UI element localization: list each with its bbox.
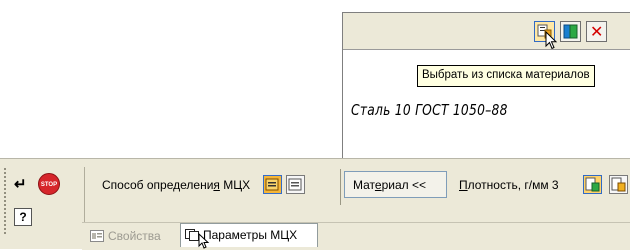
params-tab-icon [185,229,199,241]
stop-button[interactable]: STOP [38,173,60,195]
close-button[interactable]: ✕ [586,21,607,42]
help-button[interactable]: ? [14,208,32,226]
book-icon [563,24,578,39]
method-label: Способ определения МЦХ [102,178,251,192]
help-icon: ? [19,210,27,224]
tab-properties-label: Свойства [108,229,161,243]
toolbar-separator [84,167,85,223]
dialog-toolbar: ✕ [343,13,630,50]
mouse-cursor-icon [545,31,558,50]
stop-icon: STOP [40,182,58,188]
toolbar-separator [340,169,341,205]
density-alt-icon [611,177,626,192]
method-mode-button-1[interactable] [263,175,282,194]
mouse-cursor-icon [198,233,210,249]
material-dialog: ✕ Выбрать из списка материалов Сталь 10 … [342,12,630,182]
material-library-button[interactable] [560,21,581,42]
enter-button[interactable]: ↵ [14,175,27,193]
tooltip: Выбрать из списка материалов [417,65,595,87]
density-mode-button-2[interactable] [609,175,628,194]
density-label: Плотность, г/мм 3 [459,178,559,192]
close-icon: ✕ [590,22,604,41]
enter-icon: ↵ [14,176,27,193]
material-designation: Сталь 10 ГОСТ 1050–88 [351,101,508,119]
mode-alt-icon [288,178,302,191]
properties-tab-icon [90,230,104,242]
tab-mass-params-label: Параметры МЦХ [203,228,298,242]
material-button-label: Материал << [353,178,426,192]
density-mode-button-1[interactable] [583,175,602,194]
panel-grip[interactable] [3,167,7,235]
material-button[interactable]: Материал << [344,171,447,198]
property-panel: ↵ STOP ? Способ определения МЦХ Материал… [0,158,630,250]
density-icon [585,177,600,192]
mode-icon [265,178,279,191]
method-mode-button-2[interactable] [286,175,305,194]
tab-properties[interactable]: Свойства [88,225,180,247]
